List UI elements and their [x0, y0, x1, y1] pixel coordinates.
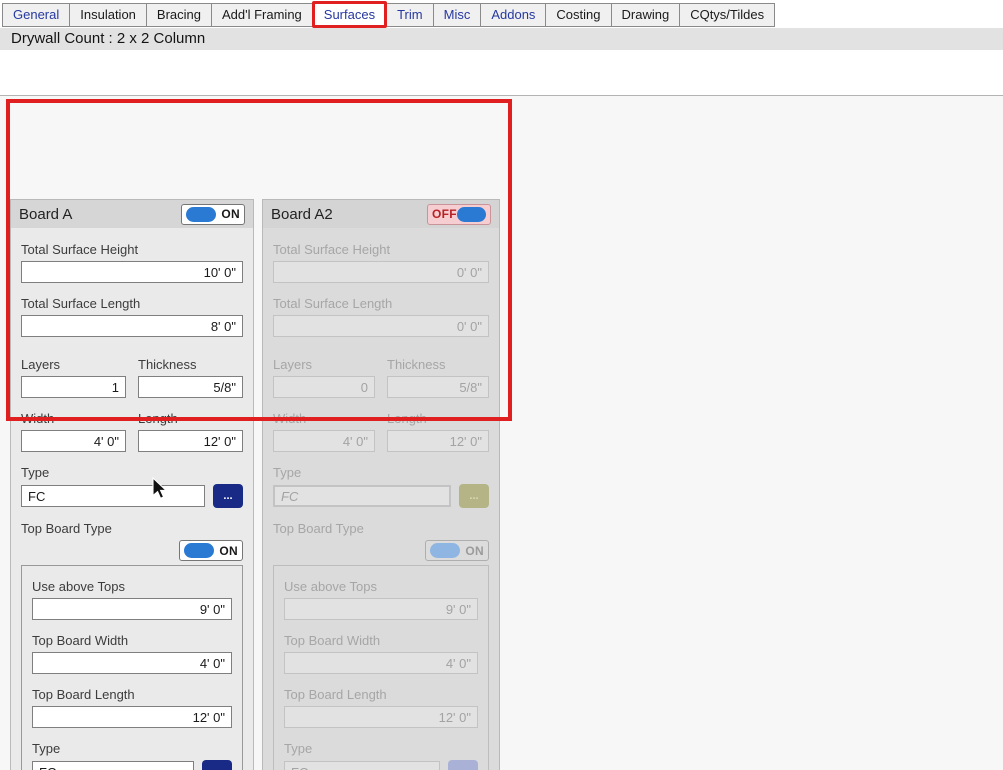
top-board-type-field-label: Type	[32, 741, 232, 756]
tab-trim[interactable]: Trim	[386, 3, 434, 27]
layers-input	[273, 376, 375, 398]
top-board-width-label: Top Board Width	[32, 633, 232, 648]
length-input[interactable]	[138, 430, 243, 452]
top-board-groupbox: Use above Tops Top Board Width Top Board…	[21, 565, 243, 770]
board-a-title: Board A	[19, 206, 72, 223]
thickness-label: Thickness	[138, 357, 243, 372]
width-input[interactable]	[21, 430, 126, 452]
top-board-width-input[interactable]	[32, 652, 232, 674]
toggle-state-label: ON	[465, 544, 484, 558]
toggle-state-label: OFF	[432, 207, 457, 221]
board-a-enable-toggle[interactable]: ON	[181, 204, 245, 225]
tab-insulation[interactable]: Insulation	[69, 3, 147, 27]
toggle-knob-icon	[184, 543, 214, 558]
top-board-type-label: Top Board Type	[21, 521, 243, 536]
board-a2-enable-toggle[interactable]: OFF	[427, 204, 491, 225]
tab-bracing[interactable]: Bracing	[146, 3, 212, 27]
page-title: Drywall Count : 2 x 2 Column	[0, 28, 1003, 50]
width-input	[273, 430, 375, 452]
drywall-count-window: General Insulation Bracing Add'l Framing…	[0, 0, 1003, 770]
top-board-width-input	[284, 652, 478, 674]
type-input-highlighted	[273, 485, 451, 507]
board-a2-panel: Board A2 OFF Total Surface Height Total …	[262, 199, 500, 770]
length-label: Length	[138, 411, 243, 426]
total-surface-height-input[interactable]	[21, 261, 243, 283]
board-a-body: Total Surface Height Total Surface Lengt…	[11, 228, 253, 770]
top-board-type-field-label: Type	[284, 741, 478, 756]
tab-surfaces[interactable]: Surfaces	[312, 1, 387, 28]
toggle-state-label: ON	[219, 544, 238, 558]
tab-general[interactable]: General	[2, 3, 70, 27]
top-board-type-label: Top Board Type	[273, 521, 489, 536]
total-surface-height-input	[273, 261, 489, 283]
top-board-type-input	[284, 761, 440, 770]
top-board-length-label: Top Board Length	[32, 687, 232, 702]
type-browse-button: ...	[459, 484, 489, 508]
layers-label: Layers	[273, 357, 375, 372]
top-board-length-input[interactable]	[32, 706, 232, 728]
tab-addons[interactable]: Addons	[480, 3, 546, 27]
thickness-input[interactable]	[138, 376, 243, 398]
width-label: Width	[21, 411, 126, 426]
top-board-type-input[interactable]	[32, 761, 194, 770]
total-surface-length-input	[273, 315, 489, 337]
board-a2-header: Board A2 OFF	[263, 200, 499, 228]
top-board-length-label: Top Board Length	[284, 687, 478, 702]
type-label: Type	[21, 465, 243, 480]
top-board-width-label: Top Board Width	[284, 633, 478, 648]
type-label: Type	[273, 465, 489, 480]
length-input	[387, 430, 489, 452]
tab-costing[interactable]: Costing	[545, 3, 611, 27]
tab-bar: General Insulation Bracing Add'l Framing…	[0, 0, 1003, 28]
tab-drawing[interactable]: Drawing	[611, 3, 681, 27]
top-board-type-browse-button[interactable]: ...	[202, 760, 232, 770]
use-above-tops-input[interactable]	[32, 598, 232, 620]
board-a2-body: Total Surface Height Total Surface Lengt…	[263, 228, 499, 770]
type-browse-button[interactable]: ...	[213, 484, 243, 508]
board-a-panel: Board A ON Total Surface Height Total Su…	[10, 199, 254, 770]
top-board-type-toggle[interactable]: ON	[179, 540, 243, 561]
total-surface-length-label: Total Surface Length	[273, 296, 489, 311]
total-surface-length-label: Total Surface Length	[21, 296, 243, 311]
board-a-header: Board A ON	[11, 200, 253, 228]
type-input[interactable]	[21, 485, 205, 507]
toggle-knob-icon	[457, 207, 486, 222]
toggle-knob-icon	[430, 543, 460, 558]
top-board-type-browse-button: ...	[448, 760, 478, 770]
use-above-tops-label: Use above Tops	[284, 579, 478, 594]
use-above-tops-label: Use above Tops	[32, 579, 232, 594]
tab-addl-framing[interactable]: Add'l Framing	[211, 3, 313, 27]
toggle-knob-icon	[186, 207, 216, 222]
use-above-tops-input	[284, 598, 478, 620]
total-surface-height-label: Total Surface Height	[273, 242, 489, 257]
board-a2-title: Board A2	[271, 206, 333, 223]
tab-cqtys-tildes[interactable]: CQtys/Tildes	[679, 3, 775, 27]
thickness-label: Thickness	[387, 357, 489, 372]
layers-input[interactable]	[21, 376, 126, 398]
top-board-type-toggle: ON	[425, 540, 489, 561]
length-label: Length	[387, 411, 489, 426]
layers-label: Layers	[21, 357, 126, 372]
surfaces-tab-content: Board A ON Total Surface Height Total Su…	[0, 95, 1003, 770]
toggle-state-label: ON	[221, 207, 240, 221]
tab-misc[interactable]: Misc	[433, 3, 482, 27]
top-board-groupbox: Use above Tops Top Board Width Top Board…	[273, 565, 489, 770]
width-label: Width	[273, 411, 375, 426]
total-surface-length-input[interactable]	[21, 315, 243, 337]
thickness-input	[387, 376, 489, 398]
top-board-length-input	[284, 706, 478, 728]
total-surface-height-label: Total Surface Height	[21, 242, 243, 257]
